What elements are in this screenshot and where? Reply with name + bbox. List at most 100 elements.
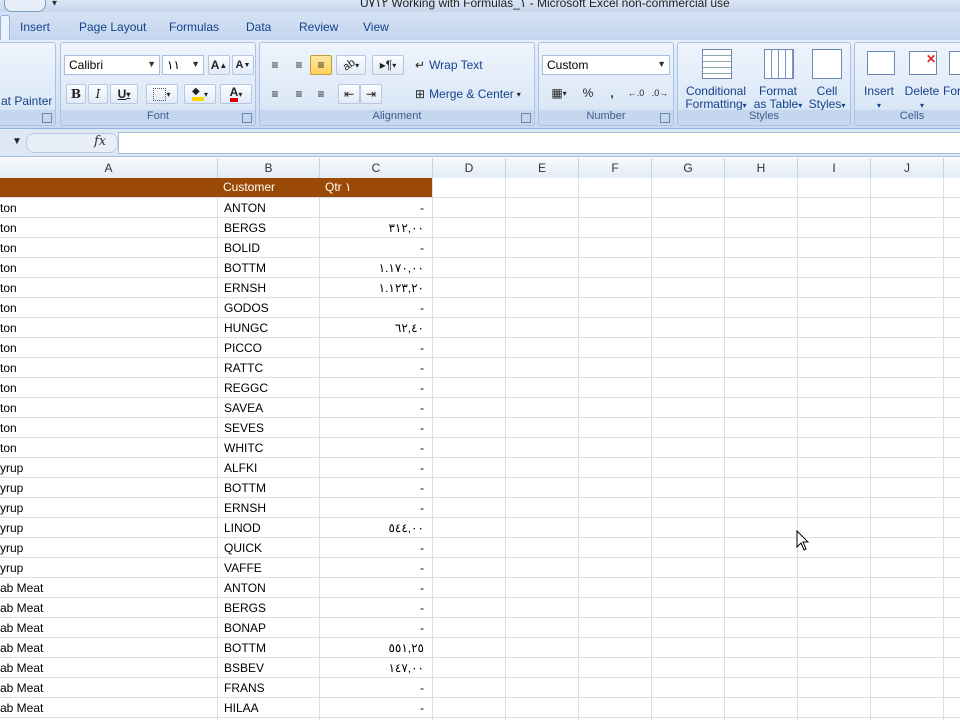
accounting-format-button[interactable]: ▦ ▾: [542, 83, 576, 103]
cell-customer[interactable]: BOTTM: [224, 478, 314, 498]
tab-review[interactable]: Review: [299, 20, 338, 34]
cell-qtr-1[interactable]: ٣١٢,٠٠: [320, 218, 424, 238]
cell-product[interactable]: ton: [0, 378, 216, 398]
number-format-combo[interactable]: Custom ▼: [542, 55, 670, 75]
underline-button[interactable]: U ▾: [110, 84, 138, 104]
format-as-table-button[interactable]: Format as Table▾: [752, 47, 804, 111]
top-align-button[interactable]: ≡: [264, 55, 286, 75]
delete-cells-button[interactable]: ✕ Delete ▾: [901, 47, 943, 111]
cell-product[interactable]: ton: [0, 218, 216, 238]
percent-style-button[interactable]: %: [577, 83, 599, 103]
name-box-dropdown-icon[interactable]: ▼: [12, 136, 22, 147]
column-header-c[interactable]: C: [320, 158, 433, 178]
cell-product[interactable]: yrup: [0, 478, 216, 498]
column-header-i[interactable]: I: [798, 158, 871, 178]
quick-access-toolbar[interactable]: [4, 0, 46, 12]
alignment-launcher-icon[interactable]: [521, 113, 531, 123]
insert-function-icon[interactable]: fx: [94, 134, 106, 149]
cell-product[interactable]: ab Meat: [0, 658, 216, 678]
cell-customer[interactable]: ERNSH: [224, 278, 314, 298]
number-launcher-icon[interactable]: [660, 113, 670, 123]
cell-qtr-1[interactable]: -: [320, 198, 424, 218]
cell-product[interactable]: yrup: [0, 538, 216, 558]
decrease-indent-button[interactable]: ⇤: [338, 84, 360, 104]
cell-product[interactable]: ton: [0, 198, 216, 218]
italic-button[interactable]: I: [88, 84, 108, 104]
cell-styles-button[interactable]: Cell Styles▾: [804, 47, 850, 111]
cell-customer[interactable]: FRANS: [224, 678, 314, 698]
cell-qtr-1[interactable]: -: [320, 238, 424, 258]
fill-color-button[interactable]: ◆ ▾: [184, 84, 216, 104]
cell-customer[interactable]: REGGC: [224, 378, 314, 398]
column-header-b[interactable]: B: [218, 158, 320, 178]
cell-customer[interactable]: WHITC: [224, 438, 314, 458]
cell-customer[interactable]: QUICK: [224, 538, 314, 558]
conditional-formatting-button[interactable]: Conditional Formatting▾: [680, 47, 752, 111]
cell-customer[interactable]: ANTON: [224, 198, 314, 218]
cell-qtr-1[interactable]: -: [320, 598, 424, 618]
cell-product[interactable]: yrup: [0, 558, 216, 578]
align-center-button[interactable]: ≡: [288, 84, 310, 104]
cell-customer[interactable]: BOTTM: [224, 638, 314, 658]
cell-qtr-1[interactable]: -: [320, 358, 424, 378]
cell-qtr-1[interactable]: ١.١٧٠,٠٠: [320, 258, 424, 278]
cell-qtr-1[interactable]: -: [320, 558, 424, 578]
tab-home[interactable]: [0, 15, 10, 40]
middle-align-button[interactable]: ≡: [288, 55, 310, 75]
cell-product[interactable]: ton: [0, 238, 216, 258]
cell-customer[interactable]: SAVEA: [224, 398, 314, 418]
cell-customer[interactable]: BERGS: [224, 218, 314, 238]
format-cells-button[interactable]: For: [943, 47, 960, 111]
tab-page-layout[interactable]: Page Layout: [79, 20, 146, 34]
column-header-a[interactable]: A: [0, 158, 218, 178]
clipboard-launcher-icon[interactable]: [42, 113, 52, 123]
cell-customer[interactable]: ANTON: [224, 578, 314, 598]
cell-customer[interactable]: BERGS: [224, 598, 314, 618]
cell-customer[interactable]: ERNSH: [224, 498, 314, 518]
font-launcher-icon[interactable]: [242, 113, 252, 123]
cell-qtr-1[interactable]: -: [320, 578, 424, 598]
cell-product[interactable]: yrup: [0, 498, 216, 518]
cell-qtr-1[interactable]: -: [320, 338, 424, 358]
cell-qtr-1[interactable]: -: [320, 678, 424, 698]
grow-font-button[interactable]: A ▲: [208, 55, 230, 75]
header-qtr-1[interactable]: Qtr ١: [325, 178, 351, 197]
cell-customer[interactable]: VAFFE: [224, 558, 314, 578]
cell-product[interactable]: ab Meat: [0, 698, 216, 718]
cell-customer[interactable]: BOTTM: [224, 258, 314, 278]
quick-access-dropdown-icon[interactable]: ▾: [52, 0, 57, 9]
cell-product[interactable]: ton: [0, 398, 216, 418]
formula-input[interactable]: [118, 132, 960, 154]
format-painter-button[interactable]: at Painter: [1, 94, 52, 108]
cell-qtr-1[interactable]: ٦٢,٤٠: [320, 318, 424, 338]
column-header-h[interactable]: H: [725, 158, 798, 178]
cell-qtr-1[interactable]: ١.١٢٣,٢٠: [320, 278, 424, 298]
cell-product[interactable]: ton: [0, 298, 216, 318]
cell-product[interactable]: ab Meat: [0, 598, 216, 618]
cell-customer[interactable]: LINOD: [224, 518, 314, 538]
merge-center-button[interactable]: ⊞ Merge & Center ▾: [414, 84, 532, 104]
text-direction-button[interactable]: ▸¶ ▾: [372, 55, 404, 75]
cell-product[interactable]: ton: [0, 438, 216, 458]
cell-customer[interactable]: RATTC: [224, 358, 314, 378]
cell-product[interactable]: ton: [0, 358, 216, 378]
cell-product[interactable]: yrup: [0, 458, 216, 478]
cell-qtr-1[interactable]: -: [320, 458, 424, 478]
align-left-button[interactable]: ≡: [264, 84, 286, 104]
cell-product[interactable]: ton: [0, 418, 216, 438]
cell-product[interactable]: ab Meat: [0, 618, 216, 638]
header-customer[interactable]: Customer: [223, 178, 275, 197]
cell-customer[interactable]: HUNGC: [224, 318, 314, 338]
align-right-button[interactable]: ≡: [310, 84, 332, 104]
cell-customer[interactable]: GODOS: [224, 298, 314, 318]
increase-indent-button[interactable]: ⇥: [360, 84, 382, 104]
cell-qtr-1[interactable]: ٥٤٤,٠٠: [320, 518, 424, 538]
bottom-align-button[interactable]: ≡: [310, 55, 332, 75]
cell-qtr-1[interactable]: -: [320, 418, 424, 438]
cell-customer[interactable]: BSBEV: [224, 658, 314, 678]
decrease-decimal-button[interactable]: .0→: [649, 83, 671, 103]
cell-product[interactable]: ton: [0, 258, 216, 278]
cell-qtr-1[interactable]: ١٤٧,٠٠: [320, 658, 424, 678]
worksheet-grid[interactable]: Customer Qtr ١ ton ANTON - ton BERGS ٣١٢,٠٠ to…: [0, 178, 960, 720]
cell-product[interactable]: ton: [0, 338, 216, 358]
